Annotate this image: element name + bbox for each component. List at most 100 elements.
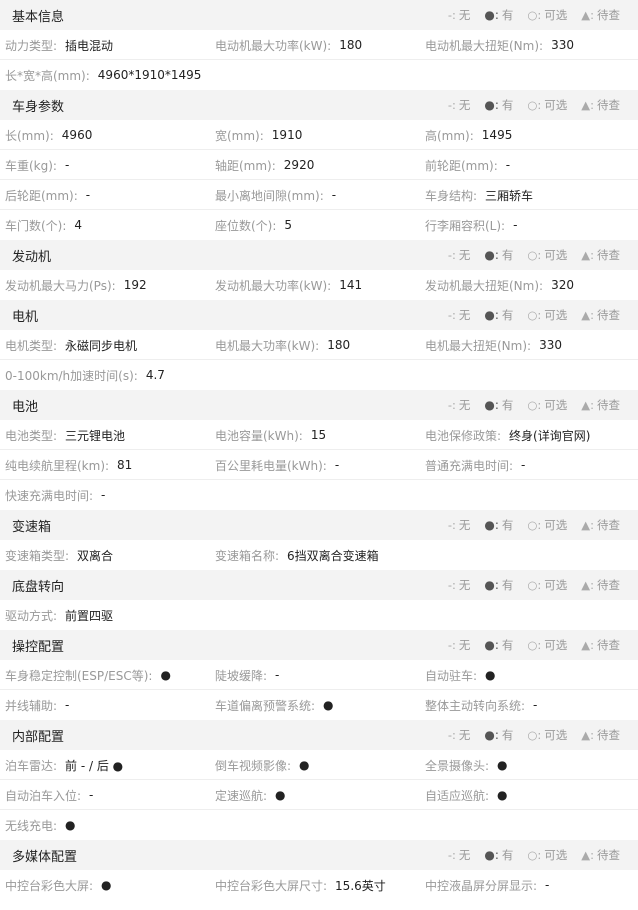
spec-value: 15.6英寸 — [335, 878, 386, 893]
legend-item: ▲: 待查 — [581, 97, 620, 113]
spec-value: ● — [485, 668, 496, 682]
legend-text: 无 — [458, 308, 471, 322]
spec-label: 电池保修政策: — [425, 428, 502, 443]
legend-item: ▲: 待查 — [581, 637, 620, 653]
legend-item: ○: 可选 — [527, 247, 567, 263]
section-header: 电池 -: 无 ●: 有 ○: 可选 ▲: 待查 — [0, 390, 638, 420]
spec-cell: 电机类型: 永磁同步电机 — [0, 337, 210, 354]
legend-text: 无 — [458, 728, 471, 742]
section-header: 车身参数 -: 无 ●: 有 ○: 可选 ▲: 待查 — [0, 90, 638, 120]
spec-value: 4.7 — [145, 368, 165, 382]
legend-item: ▲: 待查 — [581, 847, 620, 863]
legend-item: ●: 有 — [484, 7, 513, 23]
spec-row: 自动泊车入位: - 定速巡航: ● 自适应巡航: ● — [0, 780, 638, 810]
spec-row: 长(mm): 4960 宽(mm): 1910 高(mm): 1495 — [0, 120, 638, 150]
legend-text: 可选 — [544, 398, 568, 412]
legend-text: 待查 — [597, 398, 620, 412]
spec-value: ● — [275, 788, 286, 802]
spec-label: 动力类型: — [5, 38, 58, 53]
legend-item: ○: 可选 — [527, 727, 567, 743]
spec-label: 倒车视频影像: — [215, 758, 292, 773]
spec-label: 发动机最大马力(Ps): — [5, 278, 116, 293]
legend-text: 有 — [501, 518, 514, 532]
spec-row: 后轮距(mm): - 最小离地间隙(mm): - 车身结构: 三厢轿车 — [0, 180, 638, 210]
spec-row: 长*宽*高(mm): 4960*1910*1495 — [0, 60, 638, 90]
spec-value: 2920 — [283, 158, 315, 172]
legend: -: 无 ●: 有 ○: 可选 ▲: 待查 — [434, 90, 620, 120]
section-title: 变速箱 — [12, 519, 52, 535]
section-title: 基本信息 — [12, 9, 65, 25]
spec-label: 百公里耗电量(kWh): — [215, 458, 327, 473]
spec-cell: 百公里耗电量(kWh): - — [210, 457, 420, 474]
legend-symbol: ○: — [527, 248, 542, 262]
spec-cell: 整体主动转向系统: - — [420, 697, 630, 714]
legend-item: ○: 可选 — [527, 397, 567, 413]
spec-cell: 高(mm): 1495 — [420, 127, 630, 144]
legend-item: -: 无 — [448, 247, 471, 263]
spec-label: 普通充满电时间: — [425, 458, 514, 473]
legend-text: 有 — [501, 248, 514, 262]
spec-label: 陡坡缓降: — [215, 668, 268, 683]
legend: -: 无 ●: 有 ○: 可选 ▲: 待查 — [434, 570, 620, 600]
legend-text: 可选 — [544, 248, 568, 262]
legend-symbol: -: — [447, 98, 456, 112]
legend-text: 有 — [501, 98, 514, 112]
spec-row: 变速箱类型: 双离合 变速箱名称: 6挡双离合变速箱 — [0, 540, 638, 570]
section-title: 电池 — [12, 399, 39, 415]
spec-label: 车道偏离预警系统: — [215, 698, 316, 713]
spec-value: - — [85, 188, 91, 202]
legend: -: 无 ●: 有 ○: 可选 ▲: 待查 — [434, 300, 620, 330]
spec-value: 81 — [117, 458, 133, 472]
spec-value: 5 — [284, 218, 293, 232]
spec-value: - — [505, 158, 511, 172]
legend-symbol: ○: — [527, 638, 542, 652]
legend-symbol: ●: — [484, 8, 499, 22]
spec-label: 定速巡航: — [215, 788, 268, 803]
spec-label: 全景摄像头: — [425, 758, 490, 773]
legend-symbol: ○: — [527, 98, 542, 112]
spec-cell: 快速充满电时间: - — [0, 487, 210, 504]
legend-symbol: ▲: — [581, 518, 594, 532]
spec-label: 变速箱名称: — [215, 548, 280, 563]
spec-value: - — [89, 788, 94, 802]
legend-item: -: 无 — [448, 97, 471, 113]
spec-cell: 发动机最大马力(Ps): 192 — [0, 277, 210, 294]
legend-text: 有 — [501, 578, 514, 592]
legend-symbol: -: — [447, 728, 456, 742]
spec-label: 电机最大扭矩(Nm): — [425, 338, 532, 353]
spec-row: 并线辅助: - 车道偏离预警系统: ● 整体主动转向系统: - — [0, 690, 638, 720]
spec-value: 141 — [339, 278, 363, 292]
spec-label: 无线充电: — [5, 818, 58, 833]
spec-value: - — [101, 488, 106, 502]
spec-label: 座位数(个): — [215, 218, 277, 233]
spec-cell: 动力类型: 插电混动 — [0, 37, 210, 54]
legend-item: ●: 有 — [484, 397, 513, 413]
legend: -: 无 ●: 有 ○: 可选 ▲: 待查 — [434, 0, 620, 30]
section-title: 发动机 — [12, 249, 52, 265]
legend-text: 有 — [501, 728, 514, 742]
spec-label: 轴距(mm): — [215, 158, 276, 173]
spec-label: 中控台彩色大屏尺寸: — [215, 878, 328, 893]
legend-text: 待查 — [597, 728, 620, 742]
spec-value: 三元锂电池 — [65, 428, 126, 443]
legend-symbol: ●: — [484, 578, 499, 592]
spec-label: 自动泊车入位: — [5, 788, 82, 803]
legend-text: 可选 — [544, 308, 568, 322]
spec-value: 4960 — [61, 128, 93, 142]
legend-text: 待查 — [597, 248, 620, 262]
legend-item: -: 无 — [448, 847, 471, 863]
legend-symbol: ○: — [527, 728, 542, 742]
section-header: 变速箱 -: 无 ●: 有 ○: 可选 ▲: 待查 — [0, 510, 638, 540]
spec-row: 发动机最大马力(Ps): 192 发动机最大功率(kW): 141 发动机最大扭矩(Nm… — [0, 270, 638, 300]
spec-value: ● — [323, 698, 334, 712]
spec-cell: 倒车视频影像: ● — [210, 757, 420, 774]
spec-cell: 中控台彩色大屏: ● — [0, 877, 210, 894]
spec-cell: 全景摄像头: ● — [420, 757, 630, 774]
section-header: 发动机 -: 无 ●: 有 ○: 可选 ▲: 待查 — [0, 240, 638, 270]
spec-row: 0-100km/h加速时间(s): 4.7 — [0, 360, 638, 390]
legend-text: 有 — [501, 8, 514, 22]
legend-symbol: ○: — [527, 8, 542, 22]
legend-symbol: ▲: — [581, 398, 594, 412]
spec-label: 纯电续航里程(km): — [5, 458, 110, 473]
legend-text: 无 — [458, 398, 471, 412]
